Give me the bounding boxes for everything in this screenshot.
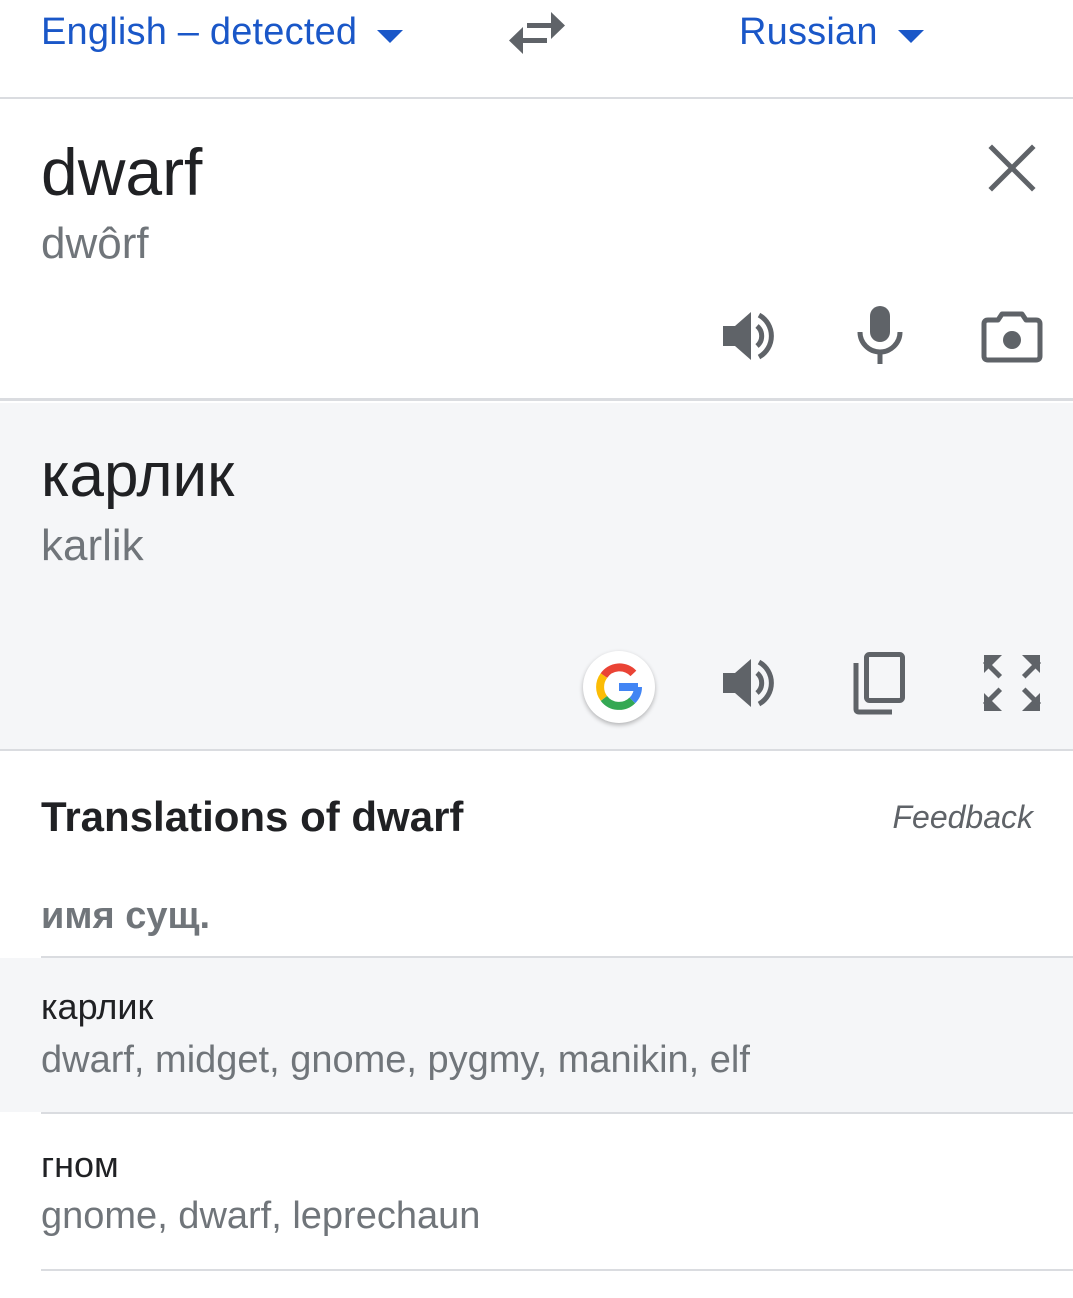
google-search-button[interactable] [583,651,655,723]
listen-source-button[interactable] [716,304,780,368]
translation-synonyms: dwarf, midget, gnome, pygmy, manikin, el… [41,1039,750,1081]
listen-translation-button[interactable] [716,651,780,715]
translation-row[interactable]: карлик dwarf, midget, gnome, pygmy, mani… [0,958,1073,1112]
part-of-speech-label: имя сущ. [41,895,211,937]
microphone-icon [857,306,903,364]
target-language-selector[interactable]: Russian [739,8,924,56]
translation-synonyms: gnome, dwarf, leprechaun [41,1195,481,1237]
speaker-icon [723,312,774,360]
copy-icon [853,652,905,715]
target-language-label: Russian [739,10,878,53]
language-bar: English – detected Russian [0,0,1073,99]
translation-word: карлик [41,986,154,1027]
camera-input-button[interactable] [980,304,1044,368]
swap-arrows-icon [509,12,565,54]
caret-down-icon [377,29,404,43]
result-panel: карлик karlik [0,403,1073,751]
close-icon [988,144,1036,192]
fullscreen-icon [982,655,1042,711]
camera-icon [981,311,1043,363]
translation-row[interactable]: гном gnome, dwarf, leprechaun [0,1114,1073,1268]
translation-transliteration: karlik [41,521,144,570]
translation-word: гном [41,1144,119,1185]
clear-input-button[interactable] [986,142,1038,194]
swap-languages-button[interactable] [505,8,569,58]
divider [41,1269,1073,1271]
google-g-icon [596,663,642,710]
source-language-label: English – detected [41,10,358,53]
translations-heading: Translations of dwarf [41,793,464,840]
voice-input-button[interactable] [848,304,912,368]
source-text-input[interactable]: dwarf [41,134,202,210]
copy-translation-button[interactable] [846,651,910,715]
speaker-icon [723,659,774,707]
fullscreen-button[interactable] [980,651,1044,715]
feedback-link[interactable]: Feedback [892,796,1033,838]
source-panel: dwarf dwôrf [0,100,1073,401]
caret-down-icon [897,29,924,43]
source-language-selector[interactable]: English – detected [41,8,404,56]
source-transliteration: dwôrf [41,219,149,268]
translation-text: карлик [41,441,235,510]
